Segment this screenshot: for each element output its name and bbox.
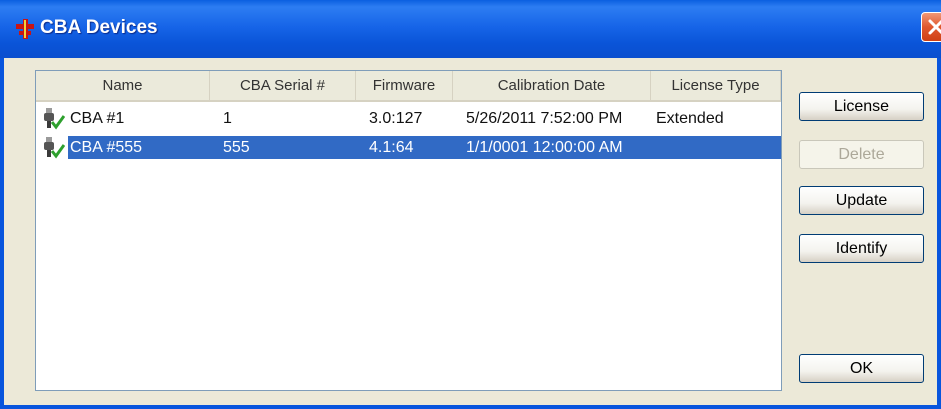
cba-app-icon (16, 19, 34, 39)
column-header-firmware[interactable]: Firmware (356, 71, 453, 100)
license-type-cell: Extended (656, 109, 724, 127)
table-row-selected[interactable]: CBA #555 555 4.1:64 1/1/0001 12:00:00 AM (36, 136, 781, 159)
firmware-cell: 4.1:64 (369, 138, 414, 156)
column-header-label: Name (102, 77, 143, 94)
serial-cell: 1 (223, 109, 232, 127)
column-header-name[interactable]: Name (36, 71, 210, 100)
cba-devices-window: CBA Devices Name CBA Serial # Firmware C… (0, 0, 941, 409)
license-button[interactable]: License (799, 92, 924, 121)
serial-cell: 555 (223, 138, 250, 156)
close-icon (928, 19, 941, 35)
calibration-date-cell: 1/1/0001 12:00:00 AM (466, 138, 623, 156)
firmware-cell: 3.0:127 (369, 109, 423, 127)
ok-button[interactable]: OK (799, 354, 924, 383)
list-header: Name CBA Serial # Firmware Calibration D… (36, 71, 781, 102)
column-header-calibration-date[interactable]: Calibration Date (453, 71, 651, 100)
column-header-label: License Type (671, 77, 760, 94)
calibration-date-cell: 5/26/2011 7:52:00 PM (466, 109, 623, 127)
column-header-label: Calibration Date (497, 77, 606, 94)
license-type-cell (656, 136, 781, 159)
name-cell: CBA #555 (36, 136, 223, 159)
column-header-label: Firmware (372, 77, 436, 94)
update-button[interactable]: Update (799, 186, 924, 215)
column-header-license-type[interactable]: License Type (651, 71, 781, 100)
table-row[interactable]: CBA #1 1 3.0:127 5/26/2011 7:52:00 PM Ex… (36, 107, 781, 130)
delete-button[interactable]: Delete (799, 140, 924, 169)
column-header-label: CBA Serial # (239, 77, 326, 94)
close-button[interactable] (921, 12, 941, 42)
identify-button[interactable]: Identify (799, 234, 924, 263)
name-cell: CBA #1 (36, 107, 223, 130)
usb-device-check-icon (36, 107, 68, 130)
window-title: CBA Devices (40, 17, 158, 38)
column-header-serial[interactable]: CBA Serial # (210, 71, 356, 100)
usb-device-check-icon (36, 136, 68, 159)
device-list[interactable]: Name CBA Serial # Firmware Calibration D… (35, 70, 782, 391)
device-name: CBA #555 (70, 138, 143, 156)
device-name: CBA #1 (70, 109, 125, 127)
title-bar[interactable]: CBA Devices (0, 0, 941, 58)
